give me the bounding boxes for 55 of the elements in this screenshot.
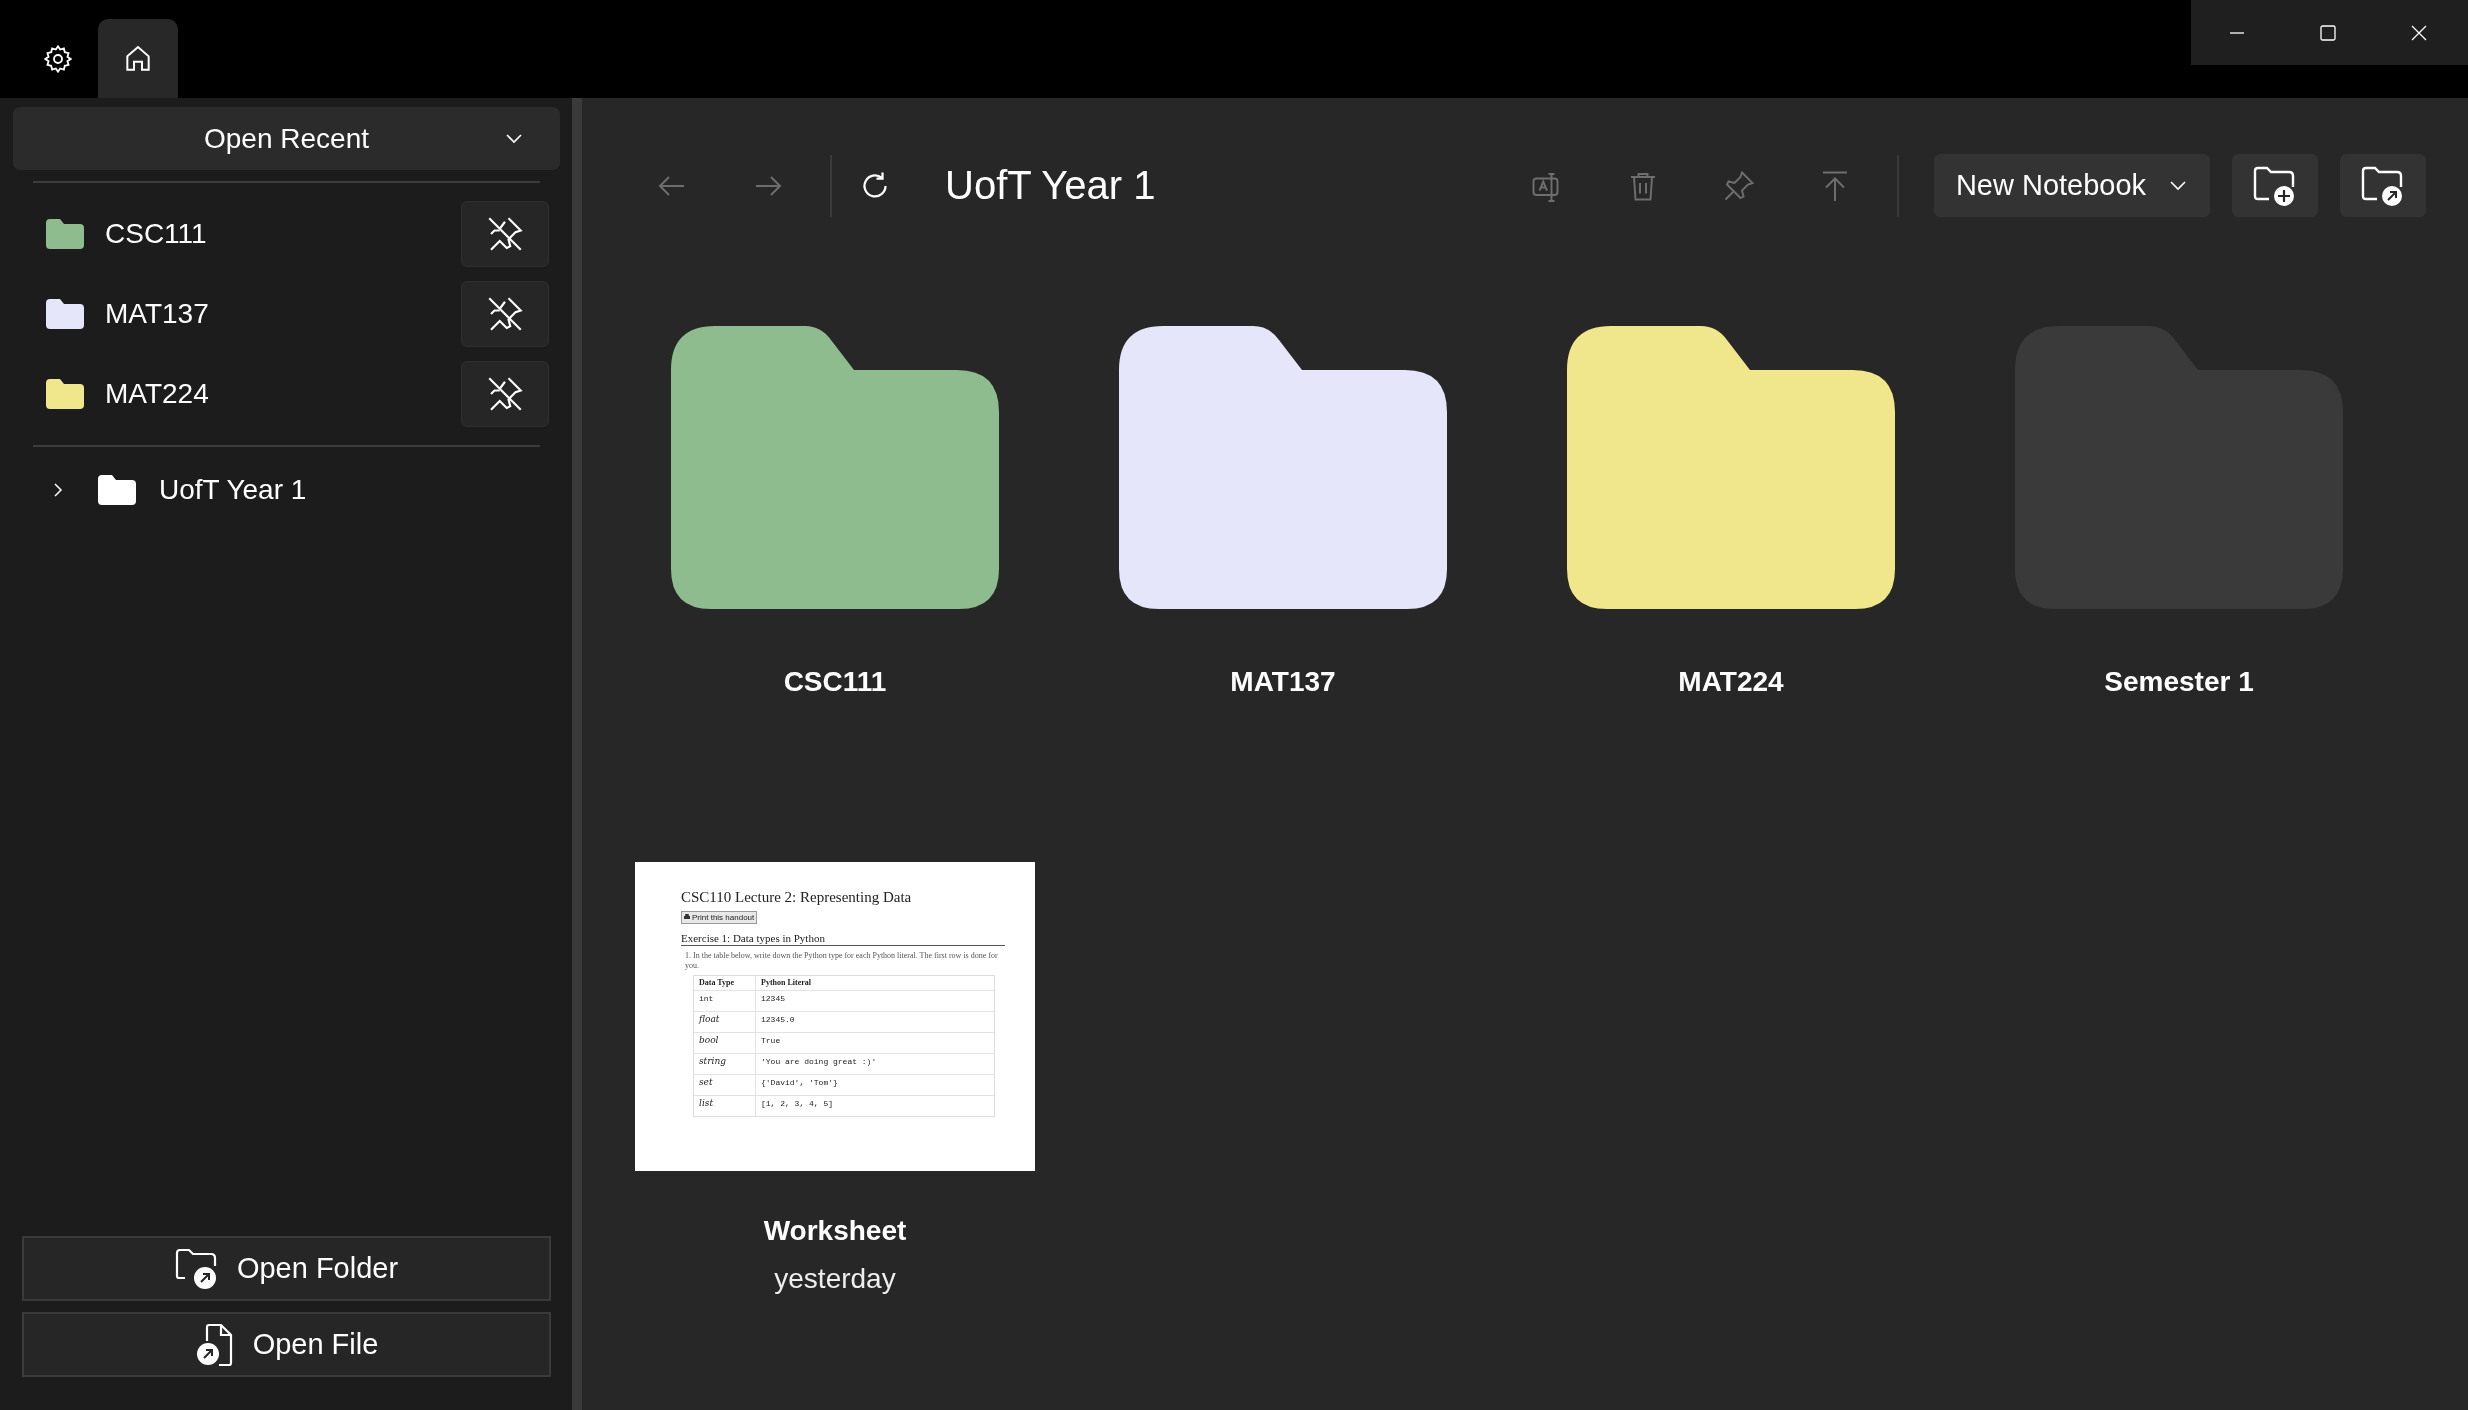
- recent-folder-name[interactable]: MAT224: [105, 378, 461, 410]
- tree-item[interactable]: UofT Year 1: [159, 474, 307, 506]
- table-cell: int: [694, 990, 756, 1011]
- folder-icon: [98, 474, 136, 506]
- folder-icon[interactable]: [1567, 325, 1895, 609]
- item-name[interactable]: Semester 1: [2104, 665, 2254, 699]
- print-button: Print this handout: [681, 910, 758, 924]
- item-name[interactable]: MAT137: [1230, 665, 1336, 699]
- caret-icon: [504, 133, 524, 145]
- item-name[interactable]: MAT224: [1678, 665, 1784, 699]
- document-title: CSC110 Lecture 2: Representing Data: [681, 887, 912, 906]
- unpin-button[interactable]: [461, 281, 549, 347]
- table-header: Data Type: [694, 975, 756, 990]
- printer-icon: [684, 914, 690, 920]
- item-name[interactable]: CSC111: [783, 665, 887, 699]
- document-text: 1. In the table below, write down the Python type for each Python literal. The first row is done for you.: [684, 950, 999, 971]
- table-cell: string: [694, 1053, 756, 1074]
- new-notebook-button[interactable]: New Notebook: [1934, 154, 2210, 217]
- minimize-icon: [2229, 31, 2244, 34]
- folder-icon[interactable]: [671, 325, 999, 609]
- settings-icon: [42, 42, 74, 75]
- table-cell-text: True: [760, 1034, 782, 1047]
- notebook-preview[interactable]: [635, 861, 1035, 1171]
- table-cell: set: [694, 1074, 756, 1095]
- recent-folder-name[interactable]: CSC111: [105, 218, 461, 250]
- recent-folder-name[interactable]: MAT137: [105, 298, 461, 330]
- table-cell: float: [694, 1011, 756, 1032]
- table-cell-text: [1, 2, 3, 4, 5]: [760, 1097, 834, 1110]
- folder-arrow-icon: [2361, 164, 2405, 207]
- folder-arrow-icon: [174, 1247, 219, 1290]
- folder-plus-icon: [2253, 164, 2297, 207]
- item-name[interactable]: Worksheet: [763, 1214, 907, 1248]
- table-header: Python Literal: [760, 976, 812, 989]
- document-heading: Exercise 1: Data types in Python: [681, 931, 1005, 946]
- folder-icon[interactable]: [1119, 325, 1447, 609]
- table-cell-text: 'You are doing great :)': [760, 1055, 878, 1068]
- table-cell-text: 12345.0: [760, 1013, 796, 1026]
- home-tab[interactable]: [98, 19, 178, 98]
- table-cell: bool: [694, 1032, 756, 1053]
- open-file-button[interactable]: Open File: [22, 1312, 551, 1377]
- table-cell-text: 12345: [760, 992, 786, 1005]
- folder-title: UofT Year 1: [945, 163, 1156, 208]
- unpin-button[interactable]: [461, 361, 549, 427]
- unpin-button[interactable]: [461, 201, 549, 267]
- table-cell: list: [694, 1095, 756, 1116]
- open-folder-button[interactable]: [2340, 154, 2426, 217]
- table-cell-text: {'David', 'Tom'}: [760, 1076, 839, 1089]
- modified-date: yesterday: [774, 1262, 896, 1296]
- open-recent-dropdown[interactable]: Open Recent: [13, 107, 560, 170]
- caret-icon: [2168, 179, 2189, 192]
- new-folder-button[interactable]: [2232, 154, 2318, 217]
- maximize-icon: [2317, 22, 2338, 43]
- chevron-icon[interactable]: [52, 482, 64, 498]
- open-folder-button[interactable]: Open Folder: [22, 1236, 551, 1301]
- file-arrow-icon: [194, 1322, 235, 1367]
